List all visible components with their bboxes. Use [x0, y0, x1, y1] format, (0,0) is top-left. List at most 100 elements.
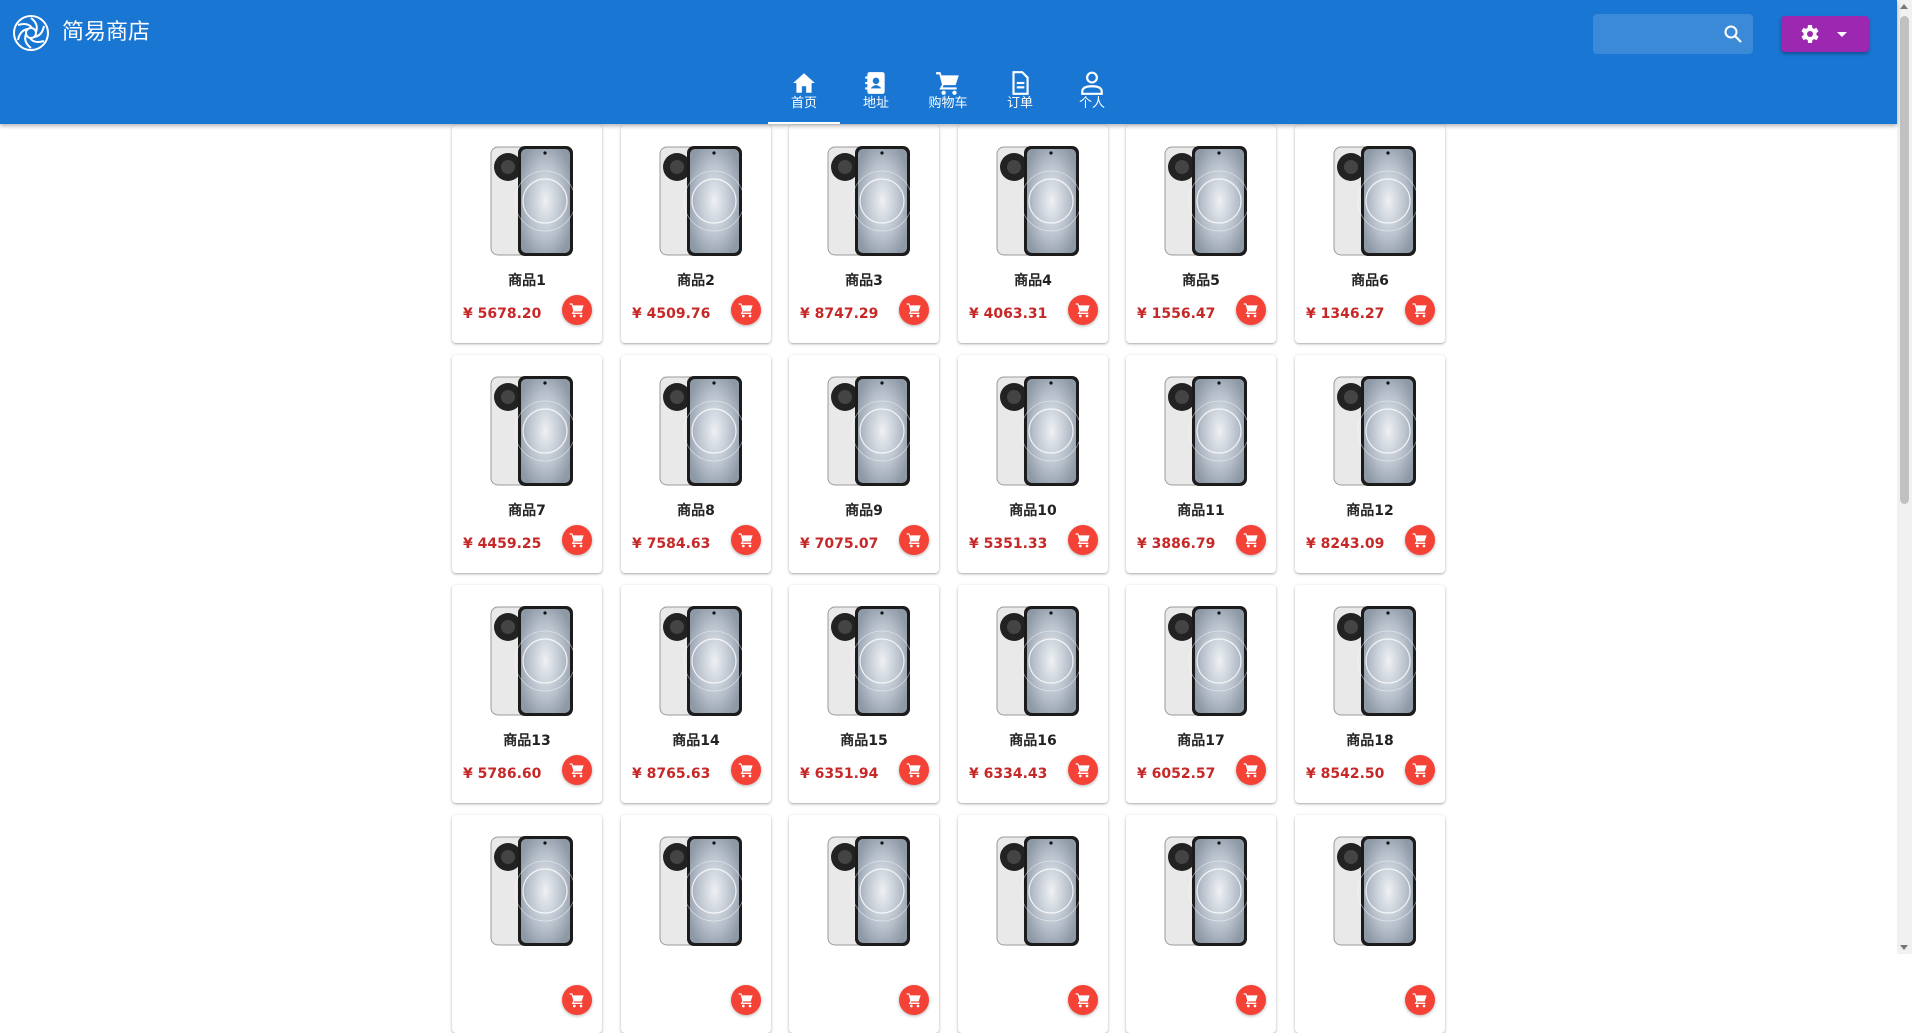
product-card[interactable] — [789, 815, 939, 1033]
add-to-cart-button[interactable] — [1068, 525, 1098, 555]
add-to-cart-button[interactable] — [562, 525, 592, 555]
phone-product-image[interactable] — [996, 605, 1080, 717]
product-name[interactable]: 商品17 — [1126, 730, 1276, 750]
product-name[interactable]: 商品1 — [452, 270, 602, 290]
add-to-cart-button[interactable] — [1068, 295, 1098, 325]
product-card[interactable]: 商品9 ¥ 7075.07 — [789, 355, 939, 573]
phone-product-image[interactable] — [827, 835, 911, 947]
phone-product-image[interactable] — [996, 145, 1080, 257]
phone-product-image[interactable] — [1333, 835, 1417, 947]
nav-item-home[interactable]: 首页 — [768, 66, 840, 124]
add-to-cart-button[interactable] — [1236, 755, 1266, 785]
product-name[interactable]: 商品5 — [1126, 270, 1276, 290]
product-card[interactable]: 商品10 ¥ 5351.33 — [958, 355, 1108, 573]
product-card[interactable]: 商品6 ¥ 1346.27 — [1295, 125, 1445, 343]
phone-product-image[interactable] — [1333, 605, 1417, 717]
product-name[interactable]: 商品9 — [789, 500, 939, 520]
product-card[interactable]: 商品14 ¥ 8765.63 — [621, 585, 771, 803]
phone-product-image[interactable] — [996, 375, 1080, 487]
add-to-cart-button[interactable] — [731, 755, 761, 785]
phone-product-image[interactable] — [827, 145, 911, 257]
nav-item-orders[interactable]: 订单 — [984, 66, 1056, 124]
add-to-cart-button[interactable] — [1236, 525, 1266, 555]
product-name[interactable]: 商品7 — [452, 500, 602, 520]
add-to-cart-button[interactable] — [731, 525, 761, 555]
phone-product-image[interactable] — [659, 375, 743, 487]
product-card[interactable]: 商品11 ¥ 3886.79 — [1126, 355, 1276, 573]
product-card[interactable]: 商品4 ¥ 4063.31 — [958, 125, 1108, 343]
search-input[interactable] — [1593, 14, 1733, 54]
scroll-down-arrow-icon[interactable] — [1900, 945, 1908, 950]
add-to-cart-button[interactable] — [731, 985, 761, 1015]
product-card[interactable]: 商品12 ¥ 8243.09 — [1295, 355, 1445, 573]
phone-product-image[interactable] — [659, 605, 743, 717]
product-card[interactable]: 商品8 ¥ 7584.63 — [621, 355, 771, 573]
product-card[interactable]: 商品17 ¥ 6052.57 — [1126, 585, 1276, 803]
product-name[interactable]: 商品11 — [1126, 500, 1276, 520]
phone-product-image[interactable] — [827, 375, 911, 487]
app-title[interactable]: 简易商店 — [62, 17, 150, 49]
product-card[interactable]: 商品18 ¥ 8542.50 — [1295, 585, 1445, 803]
phone-product-image[interactable] — [490, 145, 574, 257]
product-name[interactable]: 商品4 — [958, 270, 1108, 290]
phone-product-image[interactable] — [659, 145, 743, 257]
add-to-cart-button[interactable] — [1405, 985, 1435, 1015]
product-name[interactable]: 商品14 — [621, 730, 771, 750]
add-to-cart-button[interactable] — [899, 295, 929, 325]
product-card[interactable]: 商品2 ¥ 4509.76 — [621, 125, 771, 343]
scrollbar-thumb[interactable] — [1900, 16, 1909, 504]
scroll-up-arrow-icon[interactable] — [1900, 4, 1908, 9]
phone-product-image[interactable] — [659, 835, 743, 947]
nav-item-address[interactable]: 地址 — [840, 66, 912, 124]
phone-product-image[interactable] — [1333, 375, 1417, 487]
product-card[interactable]: 商品13 ¥ 5786.60 — [452, 585, 602, 803]
product-name[interactable]: 商品2 — [621, 270, 771, 290]
product-name[interactable]: 商品13 — [452, 730, 602, 750]
add-to-cart-button[interactable] — [899, 755, 929, 785]
nav-item-profile[interactable]: 个人 — [1056, 66, 1128, 124]
product-card[interactable]: 商品5 ¥ 1556.47 — [1126, 125, 1276, 343]
product-name[interactable]: 商品8 — [621, 500, 771, 520]
product-card[interactable]: 商品16 ¥ 6334.43 — [958, 585, 1108, 803]
product-card[interactable] — [452, 815, 602, 1033]
product-name[interactable]: 商品10 — [958, 500, 1108, 520]
add-to-cart-button[interactable] — [731, 295, 761, 325]
add-to-cart-button[interactable] — [562, 985, 592, 1015]
phone-product-image[interactable] — [1164, 835, 1248, 947]
product-card[interactable]: 商品7 ¥ 4459.25 — [452, 355, 602, 573]
phone-product-image[interactable] — [490, 835, 574, 947]
scrollbar[interactable] — [1897, 0, 1912, 954]
add-to-cart-button[interactable] — [1236, 985, 1266, 1015]
add-to-cart-button[interactable] — [1068, 985, 1098, 1015]
aperture-logo-icon[interactable] — [12, 14, 50, 52]
search-icon[interactable] — [1723, 24, 1743, 44]
phone-product-image[interactable] — [1164, 145, 1248, 257]
product-name[interactable]: 商品3 — [789, 270, 939, 290]
product-card[interactable] — [1295, 815, 1445, 1033]
add-to-cart-button[interactable] — [899, 525, 929, 555]
product-name[interactable]: 商品6 — [1295, 270, 1445, 290]
product-card[interactable]: 商品15 ¥ 6351.94 — [789, 585, 939, 803]
add-to-cart-button[interactable] — [1068, 755, 1098, 785]
add-to-cart-button[interactable] — [899, 985, 929, 1015]
settings-menu-button[interactable] — [1781, 16, 1869, 52]
search-box[interactable] — [1593, 14, 1753, 54]
add-to-cart-button[interactable] — [1236, 295, 1266, 325]
add-to-cart-button[interactable] — [1405, 755, 1435, 785]
product-card[interactable]: 商品1 ¥ 5678.20 — [452, 125, 602, 343]
product-card[interactable] — [621, 815, 771, 1033]
product-name[interactable]: 商品18 — [1295, 730, 1445, 750]
product-card[interactable]: 商品3 ¥ 8747.29 — [789, 125, 939, 343]
phone-product-image[interactable] — [996, 835, 1080, 947]
add-to-cart-button[interactable] — [1405, 295, 1435, 325]
nav-item-cart[interactable]: 购物车 — [912, 66, 984, 124]
phone-product-image[interactable] — [490, 375, 574, 487]
product-card[interactable] — [1126, 815, 1276, 1033]
product-name[interactable]: 商品15 — [789, 730, 939, 750]
phone-product-image[interactable] — [1164, 375, 1248, 487]
add-to-cart-button[interactable] — [562, 295, 592, 325]
phone-product-image[interactable] — [490, 605, 574, 717]
product-name[interactable]: 商品16 — [958, 730, 1108, 750]
phone-product-image[interactable] — [1333, 145, 1417, 257]
add-to-cart-button[interactable] — [1405, 525, 1435, 555]
